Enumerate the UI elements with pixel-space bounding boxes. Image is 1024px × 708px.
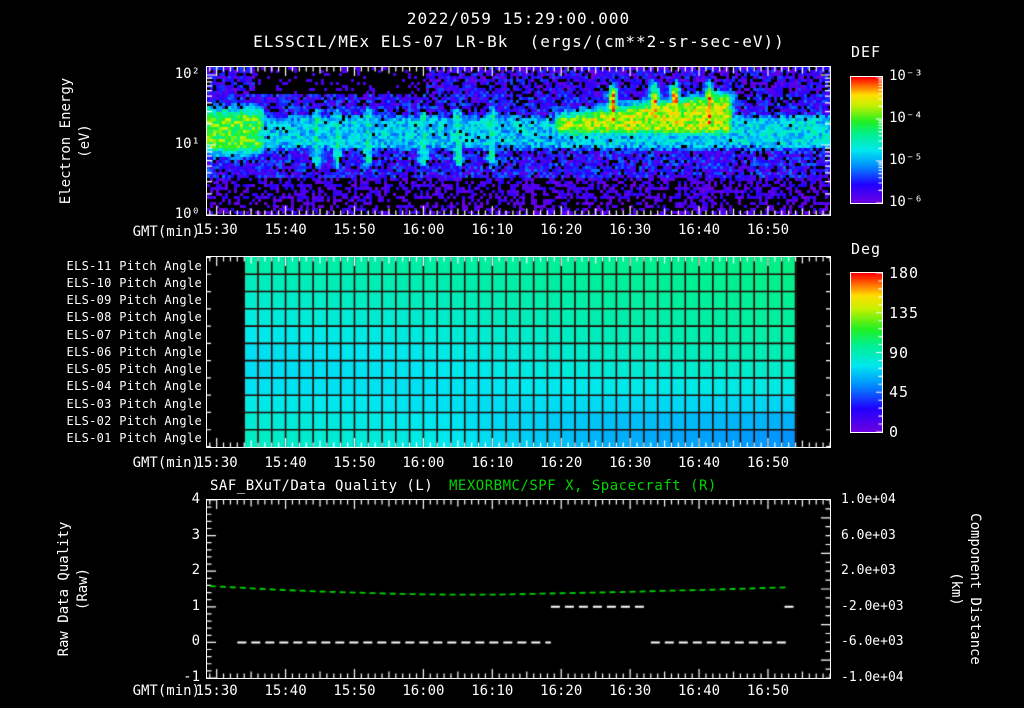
pitch-row-label: ELS-02 Pitch Angle (30, 414, 202, 428)
time-tick-label: 16:00 (391, 222, 455, 238)
def-colorbar-tick-label: 10⁻⁵ (889, 152, 923, 168)
def-colorbar-tick-label: 10⁻⁴ (889, 110, 923, 126)
pitch-row-label: ELS-05 Pitch Angle (30, 362, 202, 376)
pitch-row-label: ELS-04 Pitch Angle (30, 379, 202, 393)
time-tick-label: 15:40 (254, 455, 318, 471)
pitch-row-label: ELS-10 Pitch Angle (30, 276, 202, 290)
pitch-row-label: ELS-01 Pitch Angle (30, 431, 202, 445)
time-tick-label: 16:10 (460, 222, 524, 238)
time-tick-label: 15:30 (185, 222, 249, 238)
time-tick-label: 15:30 (185, 683, 249, 699)
pitch-row-label: ELS-03 Pitch Angle (30, 397, 202, 411)
time-tick-label: 16:20 (529, 683, 593, 699)
time-tick-label: 16:10 (460, 455, 524, 471)
time-tick-label: 15:50 (322, 683, 386, 699)
quality-tick-label: 1 (150, 598, 200, 614)
time-tick-label: 16:30 (598, 683, 662, 699)
colorbar-def-title: DEF (851, 43, 881, 61)
distance-tick-label: 1.0e+04 (841, 492, 921, 507)
energy-tick-label: 10¹ (140, 136, 200, 152)
bottom-right-y-axis-label-line2: (km) (946, 513, 965, 665)
deg-colorbar-tick-label: 0 (889, 423, 899, 441)
distance-tick-label: 6.0e+03 (841, 528, 921, 543)
plot-screen: 2022/059 15:29:00.000 ELSSCIL/MEx ELS-07… (0, 0, 1024, 708)
electron-energy-spectrogram (206, 66, 831, 216)
def-colorbar-tick-label: 10⁻³ (889, 68, 923, 84)
time-tick-label: 16:30 (598, 455, 662, 471)
time-tick-label: 15:50 (322, 222, 386, 238)
distance-tick-label: 2.0e+03 (841, 563, 921, 578)
bottom-title-right: MEXORBMC/SPF X, Spacecraft (R) (449, 478, 717, 494)
time-tick-label: 16:40 (667, 222, 731, 238)
bottom-right-y-axis-label: Component Distance (km) (946, 513, 984, 665)
deg-colorbar-tick-label: 135 (889, 304, 919, 322)
time-tick-label: 15:40 (254, 222, 318, 238)
energy-tick-label: 10⁰ (140, 206, 200, 222)
def-colorbar (850, 76, 883, 204)
pitch-angle-panel (206, 256, 831, 448)
time-tick-label: 16:00 (391, 683, 455, 699)
spectrogram-y-axis-label: Electron Energy (eV) (57, 78, 95, 204)
time-tick-label: 16:00 (391, 455, 455, 471)
distance-tick-label: -2.0e+03 (841, 599, 921, 614)
title-datetime: 2022/059 15:29:00.000 (207, 9, 830, 28)
quality-tick-label: 4 (150, 491, 200, 507)
time-tick-label: 15:40 (254, 683, 318, 699)
time-tick-label: 16:50 (736, 683, 800, 699)
colorbar-deg-title: Deg (851, 240, 881, 258)
time-tick-label: 16:10 (460, 683, 524, 699)
def-colorbar-tick-label: 10⁻⁶ (889, 194, 923, 210)
energy-tick-label: 10² (140, 66, 200, 82)
time-tick-label: 16:20 (529, 222, 593, 238)
bottom-title-left: SAF_BXuT/Data Quality (L) (210, 478, 433, 494)
pitch-row-label: ELS-06 Pitch Angle (30, 345, 202, 359)
pitch-row-label: ELS-08 Pitch Angle (30, 310, 202, 324)
deg-colorbar (850, 272, 883, 433)
pitch-row-label: ELS-11 Pitch Angle (30, 259, 202, 273)
quality-tick-label: 3 (150, 527, 200, 543)
time-tick-label: 16:30 (598, 222, 662, 238)
quality-tick-label: 2 (150, 562, 200, 578)
quality-tick-label: 0 (150, 633, 200, 649)
quality-tick-label: -1 (150, 669, 200, 685)
bottom-left-y-axis-label: Raw Data Quality (Raw) (55, 522, 93, 657)
pitch-row-label: ELS-09 Pitch Angle (30, 293, 202, 307)
time-tick-label: 16:40 (667, 683, 731, 699)
time-tick-label: 16:20 (529, 455, 593, 471)
distance-tick-label: -6.0e+03 (841, 634, 921, 649)
deg-colorbar-tick-label: 180 (889, 264, 919, 282)
time-tick-label: 16:50 (736, 455, 800, 471)
time-tick-label: 15:30 (185, 455, 249, 471)
spectrogram-y-axis-label-line1: Electron Energy (57, 78, 76, 204)
quality-spacecraft-line-plot (206, 499, 831, 679)
title-instrument: ELSSCIL/MEx ELS-07 LR-Bk (ergs/(cm**2-sr… (104, 32, 934, 51)
time-tick-label: 16:40 (667, 455, 731, 471)
bottom-left-y-axis-label-line1: Raw Data Quality (55, 522, 74, 657)
distance-tick-label: -1.0e+04 (841, 670, 921, 685)
deg-colorbar-tick-label: 90 (889, 344, 909, 362)
deg-colorbar-tick-label: 45 (889, 383, 909, 401)
bottom-left-y-axis-label-line2: (Raw) (74, 522, 93, 657)
time-tick-label: 16:50 (736, 222, 800, 238)
bottom-right-y-axis-label-line1: Component Distance (965, 513, 984, 665)
spectrogram-y-axis-label-line2: (eV) (76, 78, 95, 204)
pitch-row-label: ELS-07 Pitch Angle (30, 328, 202, 342)
time-tick-label: 15:50 (322, 455, 386, 471)
